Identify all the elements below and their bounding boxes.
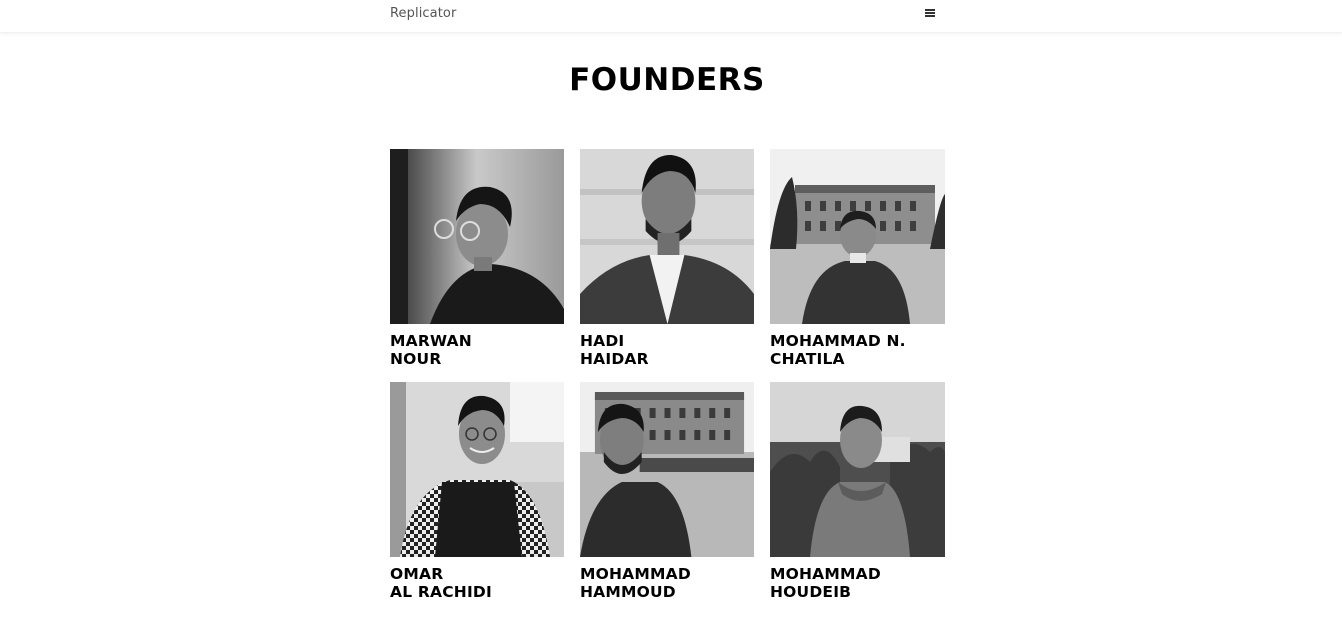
- founder-photo: [770, 149, 945, 324]
- founder-name: OMAR AL RACHIDI: [390, 565, 564, 601]
- founder-name: MOHAMMAD HAMMOUD: [580, 565, 754, 601]
- founder-name-line2: CHATILA: [770, 350, 845, 368]
- founder-name-line2: HAMMOUD: [580, 583, 676, 601]
- founder-photo: [580, 382, 754, 557]
- founder-card: MOHAMMAD HOUDEIB: [770, 382, 945, 601]
- founder-card: HADI HAIDAR: [580, 149, 754, 368]
- founder-name: MARWAN NOUR: [390, 332, 564, 368]
- founder-card: MOHAMMAD N. CHATILA: [770, 149, 945, 368]
- founder-card: MARWAN NOUR: [390, 149, 564, 368]
- founder-photo: [770, 382, 945, 557]
- founder-name: HADI HAIDAR: [580, 332, 754, 368]
- founder-name: MOHAMMAD N. CHATILA: [770, 332, 945, 368]
- founder-name-line2: HAIDAR: [580, 350, 649, 368]
- brand-link[interactable]: Replicator: [390, 6, 456, 21]
- founders-grid: MARWAN NOUR HADI HAIDAR MOHAMMAD N. CHAT…: [390, 149, 945, 601]
- founder-photo: [390, 149, 564, 324]
- founder-photo: [390, 382, 564, 557]
- founder-name-line1: HADI: [580, 332, 625, 350]
- hamburger-menu-icon[interactable]: [921, 8, 939, 22]
- founder-name-line2: HOUDEIB: [770, 583, 852, 601]
- founder-name-line1: MARWAN: [390, 332, 472, 350]
- founder-name-line2: AL RACHIDI: [390, 583, 492, 601]
- founder-name: MOHAMMAD HOUDEIB: [770, 565, 945, 601]
- page-title: FOUNDERS: [569, 62, 765, 98]
- founder-name-line2: NOUR: [390, 350, 442, 368]
- founder-card: OMAR AL RACHIDI: [390, 382, 564, 601]
- founder-card: MOHAMMAD HAMMOUD: [580, 382, 754, 601]
- navbar: Replicator: [0, 0, 1342, 33]
- founder-name-line1: OMAR: [390, 565, 444, 583]
- founder-name-line1: MOHAMMAD: [580, 565, 691, 583]
- founder-name-line1: MOHAMMAD: [770, 565, 881, 583]
- founder-name-line1: MOHAMMAD N.: [770, 332, 906, 350]
- founder-photo: [580, 149, 754, 324]
